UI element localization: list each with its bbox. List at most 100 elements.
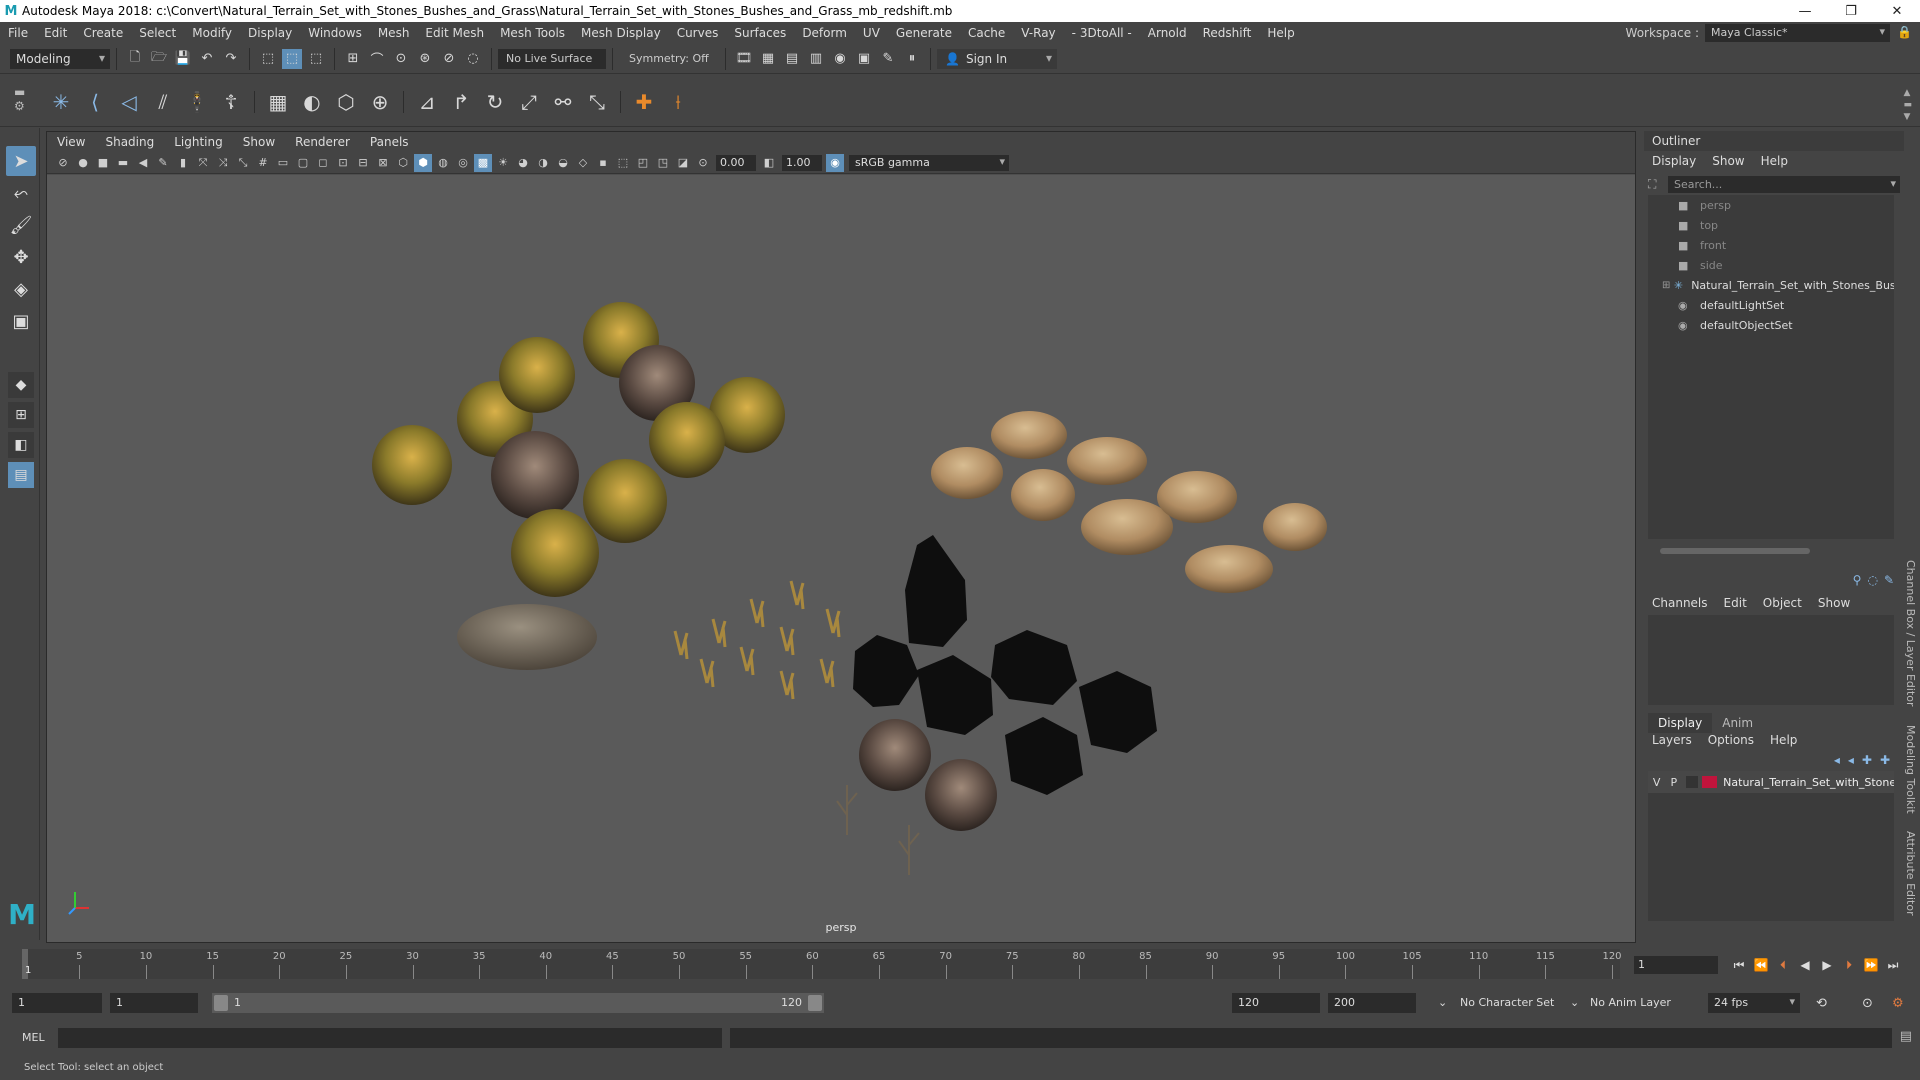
lattice-icon[interactable]: ⬡	[329, 87, 363, 117]
exposure-icon[interactable]: ⊙	[694, 154, 712, 172]
panel-menu-panels[interactable]: Panels	[360, 135, 419, 149]
menu-uv[interactable]: UV	[855, 26, 888, 40]
tab-modeling-toolkit[interactable]: Modeling Toolkit	[1904, 725, 1917, 814]
playback-end-field[interactable]: 120	[1232, 993, 1320, 1013]
snap-grid-icon[interactable]: ⊞	[343, 49, 363, 69]
menu-curves[interactable]: Curves	[669, 26, 727, 40]
channelbox-menu-show[interactable]: Show	[1810, 596, 1858, 610]
snap-point-icon[interactable]: ⊙	[391, 49, 411, 69]
xray-components-icon[interactable]: ◪	[674, 154, 692, 172]
panel-menu-view[interactable]: View	[47, 135, 95, 149]
channelbox-menu-channels[interactable]: Channels	[1644, 596, 1716, 610]
auto-key-icon[interactable]: ⊙	[1862, 996, 1873, 1011]
depth-of-field-icon[interactable]: ▪	[594, 154, 612, 172]
locator-icon[interactable]: ✚	[627, 87, 661, 117]
channel-lock-icon[interactable]: ◌	[1867, 573, 1877, 587]
curve-tool-icon[interactable]: ⟨	[78, 87, 112, 117]
save-scene-icon[interactable]: 💾	[173, 49, 193, 69]
2d-pan-icon[interactable]: ◀	[134, 154, 152, 172]
textured-icon[interactable]: ▩	[474, 153, 492, 172]
range-start-handle[interactable]	[214, 995, 228, 1011]
step-back-frame-icon[interactable]: ⏴	[1772, 956, 1794, 974]
render-settings-icon[interactable]: ▥	[806, 49, 826, 69]
anim-prefs-icon[interactable]: ⚙	[1892, 996, 1904, 1011]
ep-curve-icon[interactable]: ⫽	[146, 87, 180, 117]
select-tool-icon[interactable]: ➤	[6, 146, 36, 176]
menu-surfaces[interactable]: Surfaces	[726, 26, 794, 40]
menu-deform[interactable]: Deform	[794, 26, 855, 40]
outliner-item[interactable]: ■ side	[1648, 255, 1894, 275]
bookmark-icon[interactable]: ■	[94, 154, 112, 172]
gamma-icon[interactable]: ◧	[760, 154, 778, 172]
xray-joints-icon[interactable]: ◳	[654, 154, 672, 172]
two-view-layout-icon[interactable]: ◧	[8, 432, 34, 458]
outliner-menu-display[interactable]: Display	[1644, 154, 1704, 168]
open-scene-icon[interactable]: 🗁	[149, 49, 169, 69]
layer-move-up-icon[interactable]: ◂	[1834, 753, 1840, 767]
film-gate-icon[interactable]: ▭	[274, 154, 292, 172]
shelf-scroll-icon[interactable]: ▲ ▬ ▼	[1903, 87, 1912, 123]
panel-menu-shading[interactable]: Shading	[95, 135, 164, 149]
menu-mesh-tools[interactable]: Mesh Tools	[492, 26, 573, 40]
scene-start-field[interactable]: 1	[12, 993, 102, 1013]
time-ruler[interactable]: 1 5 10 15 20 25 30 35 40 45 50 55 60 65 70 75 80 85 90 95 1…	[22, 949, 1622, 979]
scroll-thumb[interactable]	[1660, 548, 1810, 554]
menu-vray[interactable]: V-Ray	[1013, 26, 1063, 40]
outliner-hscrollbar[interactable]	[1648, 545, 1894, 557]
step-forward-frame-icon[interactable]: ⏵	[1838, 956, 1860, 974]
tab-channel-box[interactable]: Channel Box / Layer Editor	[1904, 560, 1917, 707]
menu-windows[interactable]: Windows	[300, 26, 370, 40]
minimize-button[interactable]: —	[1782, 0, 1828, 22]
current-frame-field[interactable]: 1	[1634, 956, 1718, 974]
camera-move-icon[interactable]: ⤧	[194, 154, 212, 172]
workspace-select[interactable]: Maya Classic*	[1705, 24, 1890, 42]
select-object-icon[interactable]: ⬚	[282, 48, 302, 69]
safe-action-icon[interactable]: ⊟	[354, 154, 372, 172]
channelbox-menu-edit[interactable]: Edit	[1716, 596, 1755, 610]
camera-track-icon[interactable]: ⤨	[214, 154, 232, 172]
skeleton-icon[interactable]: ☦	[214, 87, 248, 117]
script-language-label[interactable]: MEL	[22, 1031, 45, 1044]
shelf-handle-icon[interactable]: ▬ ⚙	[14, 85, 25, 113]
smooth-shade-icon[interactable]: ⬢	[414, 153, 432, 172]
close-button[interactable]: ✕	[1874, 0, 1920, 22]
undo-icon[interactable]: ↶	[197, 49, 217, 69]
expand-icon[interactable]: ⊞	[1662, 280, 1672, 291]
safe-title-icon[interactable]: ⊠	[374, 154, 392, 172]
channel-edit-icon[interactable]: ✎	[1884, 573, 1894, 587]
field-chart-icon[interactable]: ⊡	[334, 154, 352, 172]
gate-mask-icon[interactable]: ◻	[314, 154, 332, 172]
menu-mesh[interactable]: Mesh	[370, 26, 418, 40]
sign-in-button[interactable]: 👤 Sign In	[937, 48, 1057, 69]
range-end-handle[interactable]	[808, 995, 822, 1011]
exposure-field[interactable]: 0.00	[716, 154, 756, 171]
anim-layer-icon[interactable]: ⌄	[1570, 996, 1579, 1009]
gamma-field[interactable]: 1.00	[782, 154, 822, 171]
resolution-gate-icon[interactable]: ▢	[294, 154, 312, 172]
lock-camera-icon[interactable]: ▮	[174, 154, 192, 172]
tab-attribute-editor[interactable]: Attribute Editor	[1904, 831, 1917, 916]
channel-key-icon[interactable]: ⚲	[1853, 573, 1862, 587]
tab-anim[interactable]: Anim	[1712, 713, 1763, 733]
wireframe-icon[interactable]: ⬡	[394, 154, 412, 172]
grid-icon[interactable]: #	[254, 154, 272, 172]
select-camera-icon[interactable]: ⊘	[54, 154, 72, 172]
maximize-button[interactable]: ❐	[1828, 0, 1874, 22]
menu-select[interactable]: Select	[131, 26, 184, 40]
layer-menu-options[interactable]: Options	[1700, 733, 1762, 747]
panel-menu-show[interactable]: Show	[233, 135, 285, 149]
outliner-search-input[interactable]: Search...	[1668, 175, 1900, 193]
channelbox-menu-object[interactable]: Object	[1755, 596, 1810, 610]
ik-spline-icon[interactable]: ⟊	[661, 87, 695, 117]
snap-curve-icon[interactable]: ⌒	[367, 49, 387, 69]
live-surface-field[interactable]: No Live Surface	[498, 48, 606, 69]
outliner-item[interactable]: ◉ defaultLightSet	[1648, 295, 1894, 315]
menu-display[interactable]: Display	[240, 26, 300, 40]
anim-layer-field[interactable]: No Anim Layer	[1590, 996, 1671, 1009]
loop-icon[interactable]: ⟲	[1816, 996, 1827, 1011]
bind-skin-icon[interactable]: ▦	[261, 87, 295, 117]
constraint-pole-icon[interactable]: ⤡	[580, 87, 614, 117]
anti-aliasing-icon[interactable]: ◇	[574, 154, 592, 172]
tab-display[interactable]: Display	[1648, 713, 1713, 733]
render-view-icon[interactable]: ▦	[758, 49, 778, 69]
